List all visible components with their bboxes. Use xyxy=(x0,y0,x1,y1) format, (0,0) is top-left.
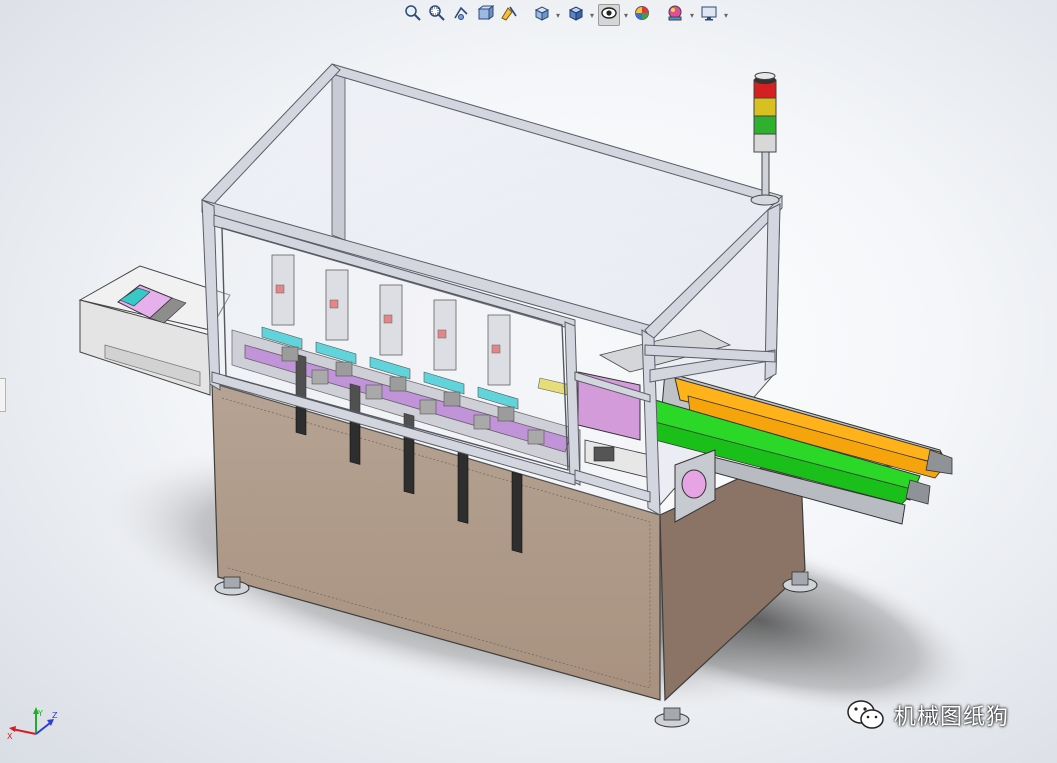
edit-appearance-icon xyxy=(634,4,652,26)
zoom-to-area-button[interactable] xyxy=(426,4,448,26)
display-style-icon xyxy=(566,4,584,26)
triad-x-label: X xyxy=(7,732,13,741)
section-view-icon xyxy=(476,4,495,26)
view-orientation-button[interactable] xyxy=(530,4,552,26)
reference-triad: X Y Z xyxy=(7,707,58,741)
dynamic-annotation-views-button[interactable] xyxy=(498,4,520,26)
edit-appearance-button[interactable] xyxy=(632,4,654,26)
previous-view-icon xyxy=(452,4,470,26)
view-orientation-icon xyxy=(532,4,550,26)
display-style-button[interactable] xyxy=(564,4,586,26)
zoom-to-fit-button[interactable] xyxy=(402,4,424,26)
outfeed-belts xyxy=(654,371,953,525)
apply-scene-icon xyxy=(666,4,684,26)
hide-show-items-dropdown-icon[interactable]: ▾ xyxy=(622,4,630,26)
signal-tower xyxy=(750,72,780,206)
heads-up-view-toolbar: ▾ ▾ ▾ ▾ ▾ xyxy=(402,2,762,28)
apply-scene-button[interactable] xyxy=(664,4,686,26)
hide-show-items-icon xyxy=(600,4,618,26)
triad-y-label: Y xyxy=(37,709,43,718)
view-settings-dropdown-icon[interactable]: ▾ xyxy=(722,4,730,26)
cad-model-viewport[interactable] xyxy=(0,0,1057,763)
view-settings-button[interactable] xyxy=(698,4,720,26)
view-settings-icon xyxy=(700,4,718,26)
view-orientation-dropdown-icon[interactable]: ▾ xyxy=(554,4,562,26)
display-style-dropdown-icon[interactable]: ▾ xyxy=(588,4,596,26)
triad-z-label: Z xyxy=(52,711,58,720)
section-view-button[interactable] xyxy=(474,4,496,26)
zoom-to-area-icon xyxy=(428,4,446,26)
wechat-logo-icon xyxy=(847,700,884,729)
hide-show-items-button[interactable] xyxy=(598,4,620,26)
previous-view-button[interactable] xyxy=(450,4,472,26)
zoom-to-fit-icon xyxy=(404,4,422,26)
apply-scene-dropdown-icon[interactable]: ▾ xyxy=(688,4,696,26)
watermark-text: 机械图纸狗 xyxy=(894,705,1010,730)
watermark: 机械图纸狗 xyxy=(846,698,1009,732)
panel-collapse-handle[interactable] xyxy=(0,378,6,412)
dynamic-annotation-views-icon xyxy=(500,4,518,26)
